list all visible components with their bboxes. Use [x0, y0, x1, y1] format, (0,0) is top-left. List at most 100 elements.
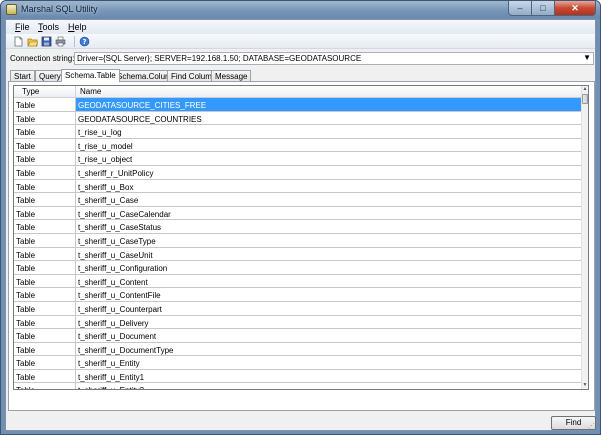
table-row[interactable]: Table t_sheriff_u_ContentFile	[14, 288, 583, 302]
table-row[interactable]: Table t_sheriff_u_Counterpart	[14, 301, 583, 316]
connection-string-combobox[interactable]: Driver={SQL Server}; SERVER=192.168.1.50…	[74, 52, 594, 65]
row-name: t_sheriff_r_UnitPolicy	[78, 168, 154, 178]
row-name-cell[interactable]: t_sheriff_u_CaseUnit	[75, 247, 583, 261]
row-type: Table	[16, 345, 36, 355]
row-name-cell[interactable]: t_rise_u_object	[75, 152, 583, 165]
tab-schema-table[interactable]: Schema.Table	[61, 69, 120, 82]
column-divider[interactable]	[75, 86, 76, 98]
row-name: GEODATASOURCE_COUNTRIES	[78, 114, 202, 124]
table-row[interactable]: Table t_sheriff_u_Case	[14, 193, 583, 207]
schema-table-grid[interactable]: Type Name Table GEODATASOURCE_CITIES_FREE…	[13, 85, 589, 390]
row-name-cell[interactable]: t_sheriff_u_Box	[75, 179, 583, 193]
chevron-down-icon[interactable]: ▼	[583, 53, 591, 62]
table-row[interactable]: Table t_sheriff_u_DocumentType	[14, 342, 583, 357]
row-name: t_sheriff_u_Box	[78, 182, 134, 192]
open-folder-icon[interactable]	[27, 36, 38, 47]
row-name-cell[interactable]: t_sheriff_u_CaseStatus	[75, 220, 583, 233]
row-name-cell[interactable]: t_sheriff_u_Document	[75, 329, 583, 342]
row-type: Table	[16, 291, 36, 301]
help-icon[interactable]: ?	[79, 36, 90, 47]
table-row[interactable]: Table t_sheriff_u_Entity1	[14, 369, 583, 384]
row-name-cell[interactable]: t_sheriff_u_DocumentType	[75, 342, 583, 356]
menu-help-label: elp	[74, 22, 87, 32]
row-name-cell[interactable]: GEODATASOURCE_CITIES_FREE	[75, 98, 583, 111]
minimize-button[interactable]: –	[508, 1, 532, 16]
table-row[interactable]: Table t_sheriff_u_Box	[14, 179, 583, 194]
row-name-cell[interactable]: t_sheriff_u_Delivery	[75, 315, 583, 329]
row-name-cell[interactable]: t_sheriff_u_CaseType	[75, 233, 583, 247]
row-name-cell[interactable]: t_sheriff_u_Entity1	[75, 369, 583, 383]
table-row[interactable]: Table t_rise_u_object	[14, 152, 583, 166]
vertical-scrollbar[interactable]: ▲ ▼	[581, 86, 588, 389]
table-row[interactable]: Table t_sheriff_u_Delivery	[14, 315, 583, 330]
table-row[interactable]: Table t_sheriff_u_CaseCalendar	[14, 206, 583, 221]
menu-file[interactable]: File	[15, 22, 30, 32]
new-document-icon[interactable]	[13, 36, 24, 47]
row-name: GEODATASOURCE_CITIES_FREE	[78, 101, 207, 110]
close-button[interactable]: ✕	[555, 1, 596, 16]
table-row[interactable]: Table GEODATASOURCE_CITIES_FREE	[14, 98, 583, 112]
table-row[interactable]: Table t_sheriff_u_Document	[14, 329, 583, 343]
row-name-cell[interactable]: t_sheriff_u_Counterpart	[75, 301, 583, 315]
print-icon[interactable]	[55, 36, 66, 47]
row-type: Table	[16, 128, 36, 138]
app-window: Marshal SQL Utility – □ ✕ File Tools Hel…	[0, 0, 601, 435]
resize-grip-icon[interactable]: ⋰	[588, 423, 595, 430]
maximize-button[interactable]: □	[532, 1, 555, 16]
row-name-cell[interactable]: t_sheriff_u_ContentFile	[75, 288, 583, 301]
row-type: Table	[16, 196, 36, 206]
scroll-thumb[interactable]	[582, 94, 588, 104]
table-row[interactable]: Table t_sheriff_u_Configuration	[14, 261, 583, 275]
table-row[interactable]: Table t_rise_u_log	[14, 125, 583, 139]
row-type: Table	[16, 359, 36, 369]
window-title: Marshal SQL Utility	[21, 4, 98, 14]
row-name-cell[interactable]: t_sheriff_u_Content	[75, 274, 583, 288]
scroll-down-icon[interactable]: ▼	[582, 382, 588, 389]
app-icon	[6, 4, 17, 15]
row-name-cell[interactable]: t_sheriff_u_Configuration	[75, 261, 583, 274]
table-row[interactable]: Table t_sheriff_r_UnitPolicy	[14, 165, 583, 180]
row-type: Table	[16, 141, 36, 151]
row-name: t_sheriff_u_Content	[78, 277, 148, 287]
row-name: t_sheriff_u_Configuration	[78, 264, 168, 274]
row-type: Table	[16, 182, 36, 192]
title-bar[interactable]: Marshal SQL Utility – □ ✕	[1, 1, 600, 19]
grid-header: Type Name	[14, 86, 583, 98]
row-name-cell[interactable]: t_sheriff_u_Entity2	[75, 383, 583, 389]
row-name: t_sheriff_u_Entity2	[78, 386, 144, 389]
scroll-up-icon[interactable]: ▲	[582, 86, 588, 93]
row-type: Table	[16, 155, 36, 165]
column-header-type[interactable]: Type	[22, 87, 39, 96]
row-name-cell[interactable]: t_sheriff_u_Entity	[75, 356, 583, 369]
table-row[interactable]: Table t_sheriff_u_Content	[14, 274, 583, 289]
row-name-cell[interactable]: t_sheriff_u_CaseCalendar	[75, 206, 583, 220]
table-row[interactable]: Table GEODATASOURCE_COUNTRIES	[14, 111, 583, 126]
row-name-cell[interactable]: GEODATASOURCE_COUNTRIES	[75, 111, 583, 125]
row-name: t_sheriff_u_Delivery	[78, 318, 149, 328]
table-row[interactable]: Table t_rise_u_model	[14, 138, 583, 153]
row-name-cell[interactable]: t_sheriff_u_Case	[75, 193, 583, 206]
row-name: t_sheriff_u_CaseStatus	[78, 223, 162, 233]
table-row[interactable]: Table t_sheriff_u_CaseUnit	[14, 247, 583, 262]
row-type: Table	[16, 101, 36, 110]
menu-tools[interactable]: Tools	[38, 22, 59, 32]
row-name-cell[interactable]: t_rise_u_model	[75, 138, 583, 152]
row-name: t_sheriff_u_CaseUnit	[78, 250, 153, 260]
table-row[interactable]: Table t_sheriff_u_CaseType	[14, 233, 583, 248]
row-name: t_rise_u_log	[78, 128, 122, 138]
column-header-name[interactable]: Name	[80, 87, 101, 96]
table-row[interactable]: Table t_sheriff_u_Entity	[14, 356, 583, 370]
table-row[interactable]: Table t_sheriff_u_CaseStatus	[14, 220, 583, 234]
menu-help[interactable]: Help	[68, 22, 87, 32]
row-name: t_sheriff_u_Document	[78, 332, 157, 342]
row-name: t_sheriff_u_CaseCalendar	[78, 209, 171, 219]
caption-buttons: – □ ✕	[508, 1, 596, 16]
save-icon[interactable]	[41, 36, 52, 47]
table-row[interactable]: Table t_sheriff_u_Entity2	[14, 383, 583, 389]
row-name-cell[interactable]: t_sheriff_r_UnitPolicy	[75, 165, 583, 179]
row-name-cell[interactable]: t_rise_u_log	[75, 125, 583, 138]
toolbar: ?	[6, 34, 595, 49]
menu-tools-label: ools	[42, 22, 60, 32]
row-type: Table	[16, 304, 36, 314]
schema-table-panel: Type Name Table GEODATASOURCE_CITIES_FREE…	[8, 81, 595, 411]
